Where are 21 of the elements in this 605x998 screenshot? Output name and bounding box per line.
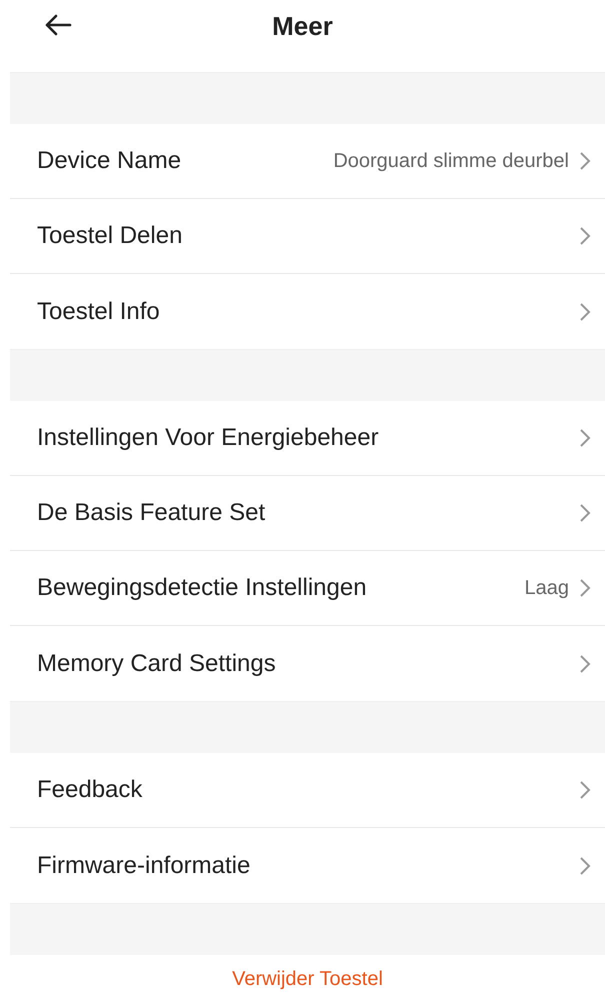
chevron-right-icon: [579, 856, 591, 876]
settings-row[interactable]: Bewegingsdetectie Instellingen Laag: [10, 551, 605, 626]
remove-device-button[interactable]: Verwijder Toestel: [224, 965, 391, 993]
settings-row[interactable]: Memory Card Settings: [10, 626, 605, 701]
settings-row[interactable]: Feedback: [10, 753, 605, 828]
page-title: Meer: [272, 10, 333, 42]
chevron-right-icon: [579, 780, 591, 800]
settings-row[interactable]: De Basis Feature Set: [10, 476, 605, 551]
chevron-right-icon: [579, 503, 591, 523]
chevron-right-icon: [579, 302, 591, 322]
chevron-right-icon: [579, 428, 591, 448]
settings-row[interactable]: Device Name Doorguard slimme deurbel: [10, 124, 605, 199]
chevron-right-icon: [579, 151, 591, 171]
back-icon[interactable]: [44, 14, 72, 36]
settings-row[interactable]: Instellingen Voor Energiebeheer: [10, 401, 605, 476]
settings-row[interactable]: Toestel Delen: [10, 199, 605, 274]
chevron-right-icon: [579, 654, 591, 674]
chevron-right-icon: [579, 578, 591, 598]
chevron-right-icon: [579, 226, 591, 246]
settings-row[interactable]: Firmware-informatie: [10, 828, 605, 903]
settings-row[interactable]: Toestel Info: [10, 274, 605, 349]
